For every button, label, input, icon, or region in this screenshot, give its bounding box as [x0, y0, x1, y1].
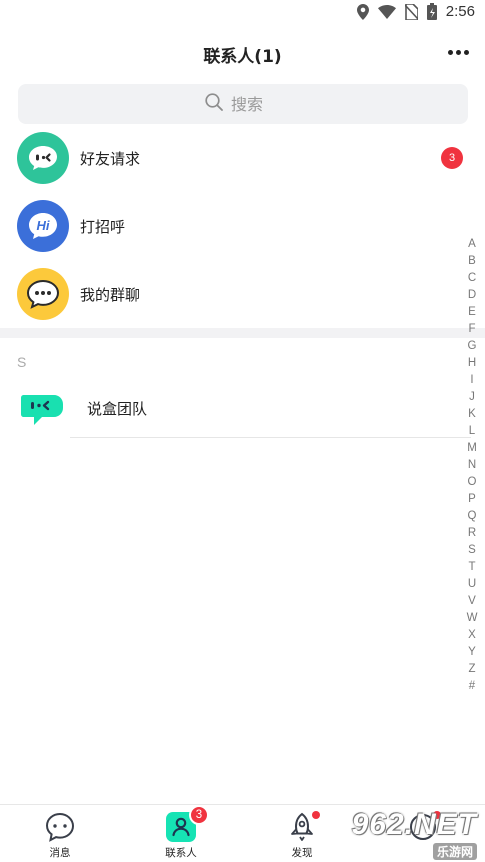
- index-letter[interactable]: D: [468, 287, 476, 304]
- wifi-icon: [377, 4, 396, 19]
- alphabet-index[interactable]: A B C D E F G H I J K L M N O P Q R S T …: [465, 236, 479, 695]
- index-letter[interactable]: X: [468, 627, 476, 644]
- index-letter[interactable]: #: [469, 678, 475, 695]
- tab-contacts[interactable]: 3 联系人: [141, 805, 221, 862]
- watermark-brand: 962.NET: [351, 808, 477, 841]
- index-letter[interactable]: S: [468, 542, 476, 559]
- index-letter[interactable]: G: [468, 338, 477, 355]
- contact-row[interactable]: 说盒团队: [0, 380, 485, 438]
- page-title: 联系人(1): [203, 47, 282, 67]
- status-time: 2:56: [445, 3, 475, 20]
- index-letter[interactable]: H: [468, 355, 476, 372]
- friend-request-row[interactable]: 好友请求 3: [0, 128, 485, 188]
- status-bar: 2:56: [0, 0, 485, 28]
- entry-label: 好友请求: [80, 149, 141, 168]
- message-icon: [44, 811, 76, 843]
- header: 联系人(1): [0, 36, 485, 72]
- svg-text:Hi: Hi: [37, 218, 50, 233]
- group-chat-icon: [17, 268, 69, 320]
- entry-label: 打招呼: [80, 217, 126, 236]
- friend-request-icon: [17, 132, 69, 184]
- index-letter[interactable]: I: [470, 372, 473, 389]
- tab-label: 联系人: [165, 847, 197, 859]
- contacts-badge: 3: [189, 805, 209, 825]
- index-letter[interactable]: T: [468, 559, 475, 576]
- friend-request-badge: 3: [441, 147, 463, 169]
- section-letter: S: [17, 354, 27, 370]
- index-letter[interactable]: K: [468, 406, 476, 423]
- index-letter[interactable]: O: [468, 474, 477, 491]
- index-letter[interactable]: E: [468, 304, 476, 321]
- rocket-icon: [286, 811, 320, 843]
- index-letter[interactable]: P: [468, 491, 476, 508]
- search-icon: [205, 93, 223, 115]
- index-letter[interactable]: M: [467, 440, 477, 457]
- shuohe-logo-icon: [18, 384, 68, 434]
- index-letter[interactable]: L: [469, 423, 475, 440]
- tab-label: 消息: [49, 847, 71, 859]
- tab-label: 发现: [291, 847, 313, 859]
- index-letter[interactable]: Q: [468, 508, 477, 525]
- no-sim-icon: [404, 3, 418, 20]
- hi-bubble-icon: Hi: [17, 200, 69, 252]
- say-hi-row[interactable]: Hi 打招呼: [0, 196, 485, 256]
- status-icons: 2:56: [356, 3, 475, 20]
- watermark-sub: 乐游网: [432, 843, 477, 860]
- section-divider: [0, 328, 485, 338]
- search-input[interactable]: [231, 94, 281, 114]
- discover-dot: [312, 811, 320, 819]
- index-letter[interactable]: N: [468, 457, 476, 474]
- index-letter[interactable]: Y: [468, 644, 476, 661]
- index-letter[interactable]: B: [468, 253, 476, 270]
- index-letter[interactable]: U: [468, 576, 476, 593]
- contacts-screen: 2:56 联系人(1) 好友请求 3 Hi 打招呼 我的群聊 S: [0, 0, 485, 862]
- index-letter[interactable]: Z: [468, 661, 475, 678]
- index-letter[interactable]: W: [467, 610, 478, 627]
- contacts-icon: 3: [165, 805, 209, 843]
- tab-discover[interactable]: 发现: [262, 805, 342, 862]
- tab-messages[interactable]: 消息: [20, 805, 100, 862]
- index-letter[interactable]: J: [469, 389, 475, 406]
- entry-label: 我的群聊: [80, 285, 141, 304]
- watermark: 962.NET 乐游网: [343, 804, 483, 860]
- search-bar[interactable]: [18, 84, 468, 124]
- contact-name: 说盒团队: [87, 400, 148, 418]
- index-letter[interactable]: R: [468, 525, 476, 542]
- index-letter[interactable]: V: [468, 593, 476, 610]
- more-dots-icon[interactable]: [448, 50, 469, 55]
- row-divider: [70, 437, 471, 438]
- index-letter[interactable]: A: [468, 236, 476, 253]
- index-letter[interactable]: C: [468, 270, 476, 287]
- index-letter[interactable]: F: [468, 321, 475, 338]
- location-icon: [356, 3, 369, 20]
- group-chat-row[interactable]: 我的群聊: [0, 264, 485, 324]
- battery-icon: [426, 3, 437, 20]
